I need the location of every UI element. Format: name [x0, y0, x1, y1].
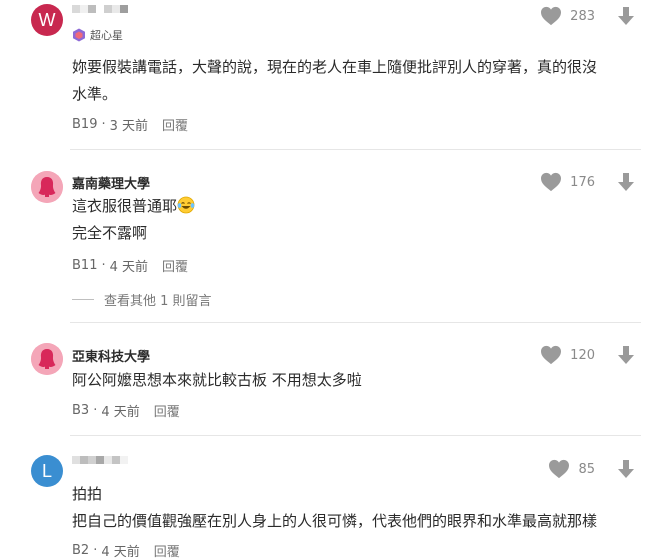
comment-time: 4 天前 [101, 545, 140, 560]
comment-meta: B19 · 3 天前 回覆 [72, 115, 188, 134]
dislike-button[interactable] [615, 458, 637, 480]
comment-meta: B11 · 4 天前 回覆 [72, 256, 188, 275]
blurred-username [72, 456, 128, 474]
heart-icon [549, 459, 570, 479]
comment-b3: 亞東科技大學 120 阿公阿嬤思想本來就比較古板 不用想太多啦 B3 · 4 天… [0, 323, 661, 435]
heart-icon [541, 172, 562, 192]
comment-line: 拍拍 [72, 485, 103, 503]
arrow-down-icon [618, 346, 634, 364]
floor-number: B2 [72, 543, 90, 558]
floor-number: B11 [72, 258, 98, 273]
comment-line: 把自己的價值觀強壓在別人身上的人很可憐，代表他們的眼界和水準最高就那樣 [72, 512, 598, 530]
comment-text: 妳要假裝講電話，大聲的說，現在的老人在車上隨便批評別人的穿著，真的很沒 水準。 [72, 54, 632, 108]
comment-b11: 嘉南藥理大學 176 這衣服很普通耶 完全不露啊 B11 · 4 天前 回覆 查… [0, 150, 661, 322]
badge-label: 超心星 [90, 29, 123, 42]
comment-line: 完全不露啊 [72, 224, 148, 242]
comment-b19: W 超心星 283 妳要假裝講電話，大聲的說，現在的老人在車上隨便批評別人的穿著… [0, 0, 661, 150]
avatar-letter: L [41, 460, 52, 481]
more-replies-line [72, 299, 94, 300]
avatar[interactable] [31, 171, 63, 203]
comment-meta: B3 · 4 天前 回覆 [72, 401, 180, 420]
comment-meta: B2 · 4 天前 回覆 [72, 541, 180, 560]
person-silhouette-icon [31, 171, 63, 203]
tears-of-joy-emoji [177, 196, 195, 214]
heart-icon [541, 345, 562, 365]
comment-time: 4 天前 [109, 260, 149, 275]
user-badge: 超心星 [72, 27, 123, 43]
like-button[interactable]: 85 [548, 459, 595, 479]
dislike-button[interactable] [615, 344, 637, 366]
comment-line: 水準。 [72, 85, 118, 103]
like-count: 176 [570, 174, 595, 190]
comment-line: 這衣服很普通耶 [72, 193, 632, 220]
floor-number: B3 [72, 403, 90, 418]
arrow-down-icon [618, 7, 634, 25]
school-name: 亞東科技大學 [72, 350, 151, 365]
like-button[interactable]: 176 [540, 172, 595, 192]
arrow-down-icon [618, 460, 634, 478]
arrow-down-icon [618, 173, 634, 191]
comment-line: 阿公阿嬤思想本來就比較古板 不用想太多啦 [72, 371, 362, 389]
comment-text: 阿公阿嬤思想本來就比較古板 不用想太多啦 [72, 367, 632, 394]
hexagon-badge-icon [73, 28, 85, 42]
meta-separator: · [93, 403, 98, 418]
reply-button[interactable]: 回覆 [162, 115, 188, 134]
dislike-button[interactable] [615, 5, 637, 27]
like-count: 85 [578, 461, 595, 477]
dislike-button[interactable] [615, 171, 637, 193]
avatar[interactable]: L [31, 455, 63, 487]
avatar-letter: W [38, 9, 56, 30]
reply-button[interactable]: 回覆 [154, 541, 180, 560]
blurred-username [72, 5, 128, 23]
reply-button[interactable]: 回覆 [162, 256, 188, 275]
like-count: 283 [570, 8, 595, 24]
comment-text: 這衣服很普通耶 完全不露啊 [72, 193, 632, 247]
heart-icon [541, 6, 562, 26]
floor-number: B19 [72, 117, 98, 132]
like-button[interactable]: 283 [540, 6, 595, 26]
comment-text: 拍拍 把自己的價值觀強壓在別人身上的人很可憐，代表他們的眼界和水準最高就那樣 [72, 481, 632, 535]
meta-separator: · [101, 258, 106, 273]
avatar[interactable] [31, 343, 63, 375]
comment-time: 3 天前 [109, 119, 149, 134]
meta-separator: · [93, 543, 98, 558]
avatar[interactable]: W [31, 4, 63, 36]
view-more-replies[interactable]: 查看其他 1 則留言 [72, 290, 212, 309]
reply-button[interactable]: 回覆 [154, 401, 180, 420]
comment-b2: L 85 拍拍 把自己的價值觀強壓在別人身上的人很可憐，代表他們的眼界和水準最高… [0, 436, 661, 560]
like-button[interactable]: 120 [540, 345, 595, 365]
comment-line-text: 這衣服很普通耶 [72, 197, 178, 215]
more-replies-label: 查看其他 1 則留言 [104, 294, 212, 309]
person-silhouette-icon [31, 343, 63, 375]
comment-line: 妳要假裝講電話，大聲的說，現在的老人在車上隨便批評別人的穿著，真的很沒 [72, 58, 598, 76]
comment-time: 4 天前 [101, 405, 140, 420]
like-count: 120 [570, 347, 595, 363]
meta-separator: · [101, 117, 106, 132]
school-name: 嘉南藥理大學 [72, 177, 151, 192]
